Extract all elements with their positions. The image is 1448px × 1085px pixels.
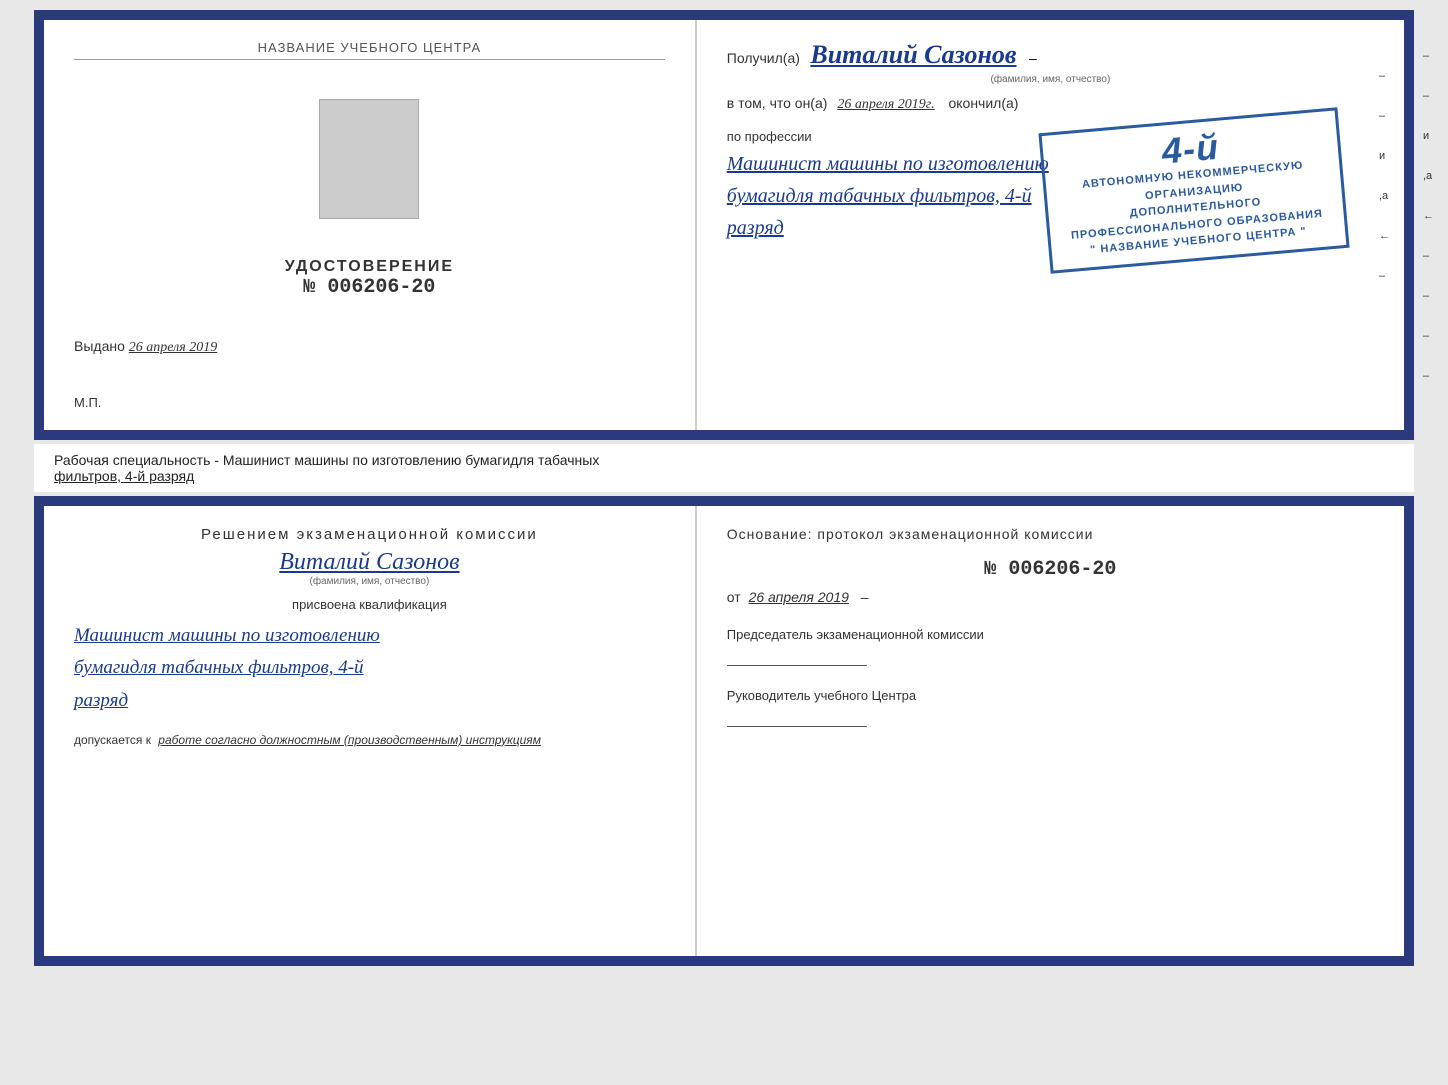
middle-text-prefix: Рабочая специальность - Машинист машины …: [54, 452, 599, 468]
photo-placeholder: [319, 99, 419, 219]
dopuskaetsya-block: допускается к работе согласно должностны…: [74, 733, 665, 747]
vydano-block: Выдано 26 апреля 2019: [74, 338, 665, 356]
middle-strip: Рабочая специальность - Машинист машины …: [34, 444, 1414, 492]
qual-profession2: бумагидля табачных фильтров, 4-й: [74, 657, 364, 678]
mark-5: ←: [1379, 230, 1390, 242]
school-name-label: НАЗВАНИЕ УЧЕБНОГО ЦЕНТРА: [74, 40, 665, 60]
poluchil-line: Получил(а) Виталий Сазонов –: [727, 40, 1374, 70]
bmark-6: –: [1423, 250, 1434, 262]
qualification-line2: бумагидля табачных фильтров, 4-й: [74, 652, 665, 684]
person-name-top: Виталий Сазонов: [810, 40, 1016, 69]
bmark-9: –: [1423, 370, 1434, 382]
bmark-3: и: [1423, 130, 1434, 142]
bmark-8: –: [1423, 330, 1434, 342]
bmark-1: –: [1423, 50, 1434, 62]
mark-1: –: [1379, 70, 1390, 82]
top-certificate: НАЗВАНИЕ УЧЕБНОГО ЦЕНТРА УДОСТОВЕРЕНИЕ №…: [34, 10, 1414, 440]
predsedatel-block: Председатель экзаменационной комиссии: [727, 625, 1374, 666]
osnovanie-title: Основание: протокол экзаменационной коми…: [727, 526, 1374, 542]
udostoverenie-number: № 006206-20: [285, 276, 454, 299]
dopusk-text: работе согласно должностным (производств…: [158, 733, 541, 747]
prisvoyena-text: присвоена квалификация: [74, 597, 665, 612]
profession2-text: бумагидля табачных фильтров, 4-й: [727, 185, 1032, 207]
qual-profession1: Машинист машины по изготовлению: [74, 625, 380, 646]
mark-6: –: [1379, 270, 1390, 282]
resheniem-title: Решением экзаменационной комиссии: [74, 526, 665, 543]
person-name-bottom: Виталий Сазонов: [74, 549, 665, 576]
predsedatel-signature-line: [727, 650, 867, 666]
qualification-line1: Машинист машины по изготовлению: [74, 620, 665, 652]
middle-text-suffix: фильтров, 4-й разряд: [54, 468, 194, 484]
bmark-4: ,а: [1423, 170, 1434, 182]
profession3-text: разряд: [727, 217, 784, 239]
bottom-certificate: Решением экзаменационной комиссии Витали…: [34, 496, 1414, 966]
v-tom-prefix: в том, что он(а): [727, 95, 828, 111]
mp-label: М.П.: [74, 395, 101, 410]
document-container: НАЗВАНИЕ УЧЕБНОГО ЦЕНТРА УДОСТОВЕРЕНИЕ №…: [34, 10, 1414, 966]
ot-date: 26 апреля 2019: [749, 589, 849, 605]
poluchil-prefix: Получил(а): [727, 50, 800, 66]
v-tom-line: в том, что он(а) 26 апреля 2019г. окончи…: [727, 95, 1374, 113]
ot-date-block: от 26 апреля 2019 –: [727, 589, 1374, 605]
cert-left: НАЗВАНИЕ УЧЕБНОГО ЦЕНТРА УДОСТОВЕРЕНИЕ №…: [44, 20, 697, 430]
rukovoditel-block: Руководитель учебного Центра: [727, 686, 1374, 727]
predsedatel-title: Председатель экзаменационной комиссии: [727, 625, 1374, 646]
stamp-block: 4-й АВТОНОМНУЮ НЕКОММЕРЧЕСКУЮ ОРГАНИЗАЦИ…: [1038, 107, 1349, 273]
bmark-5: ←: [1423, 210, 1434, 222]
middle-text-line2: фильтров, 4-й разряд: [54, 468, 1394, 484]
vydano-date: 26 апреля 2019: [129, 340, 217, 355]
protocol-number: № 006206-20: [727, 558, 1374, 581]
bmark-2: –: [1423, 90, 1434, 102]
right-edge-marks: – – и ,а ← –: [1379, 70, 1390, 282]
bottom-left: Решением экзаменационной комиссии Витали…: [44, 506, 697, 956]
vydano-label: Выдано: [74, 338, 125, 354]
mark-3: и: [1379, 150, 1390, 162]
bmark-7: –: [1423, 290, 1434, 302]
qual-profession3: разряд: [74, 690, 128, 711]
profession1-text: Машинист машины по изготовлению: [727, 153, 1049, 175]
bottom-right: Основание: протокол экзаменационной коми…: [697, 506, 1404, 956]
cert-right: Получил(а) Виталий Сазонов – (фамилия, и…: [697, 20, 1404, 430]
udostoverenie-title: УДОСТОВЕРЕНИЕ: [285, 258, 454, 276]
mark-4: ,а: [1379, 190, 1390, 202]
okonchil: окончил(а): [948, 95, 1018, 111]
rukovoditel-signature-line: [727, 711, 867, 727]
qualification-line3: разряд: [74, 685, 665, 717]
person-name-sub-top: (фамилия, имя, отчество): [727, 74, 1374, 85]
rukovoditel-title: Руководитель учебного Центра: [727, 686, 1374, 707]
udostoverenie-block: УДОСТОВЕРЕНИЕ № 006206-20: [285, 258, 454, 299]
dopusk-prefix: допускается к: [74, 733, 151, 747]
mark-2: –: [1379, 110, 1390, 122]
fio-sub-bottom: (фамилия, имя, отчество): [74, 576, 665, 587]
middle-text-line1: Рабочая специальность - Машинист машины …: [54, 452, 1394, 468]
right-edge-marks-bottom: – – и ,а ← – – – –: [1423, 50, 1434, 382]
ot-prefix: от: [727, 589, 741, 605]
vydano-date-right: 26 апреля 2019г.: [837, 97, 934, 112]
